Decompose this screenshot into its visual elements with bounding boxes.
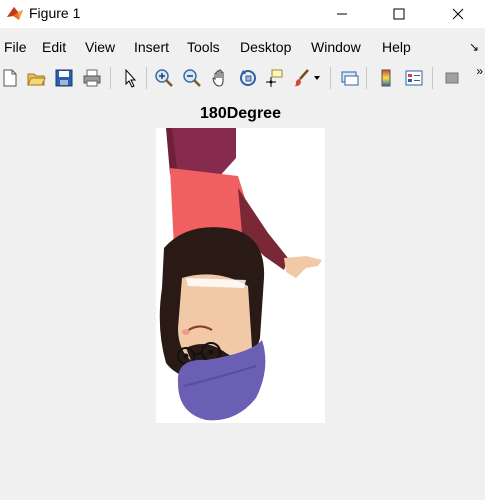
toolbar-separator [366, 67, 367, 89]
toolbar-separator [330, 67, 331, 89]
chevron-down-icon[interactable] [314, 76, 320, 80]
toolbar-overflow-icon[interactable]: » [476, 64, 483, 78]
maximize-button[interactable] [376, 0, 422, 28]
menu-window[interactable]: Window [311, 39, 361, 55]
rotated-character-image [159, 128, 322, 421]
pan-icon[interactable] [210, 68, 230, 88]
minimize-button[interactable] [319, 0, 365, 28]
print-icon[interactable] [82, 68, 102, 88]
toolbar-separator [432, 67, 433, 89]
window-title: Figure 1 [29, 5, 81, 21]
menu-edit[interactable]: Edit [42, 39, 66, 55]
zoom-in-icon[interactable] [154, 68, 174, 88]
menu-insert[interactable]: Insert [134, 39, 169, 55]
toolbar-separator [110, 67, 111, 89]
menu-desktop[interactable]: Desktop [240, 39, 291, 55]
hide-plot-tools-icon[interactable] [442, 68, 462, 88]
new-figure-icon[interactable] [0, 68, 20, 88]
minimize-icon [337, 13, 347, 15]
data-cursor-icon[interactable] [264, 68, 284, 88]
menu-help[interactable]: Help [382, 39, 411, 55]
link-plot-icon[interactable] [340, 68, 360, 88]
brush-icon[interactable] [292, 68, 312, 88]
menu-tools[interactable]: Tools [187, 39, 220, 55]
toolbar-separator [146, 67, 147, 89]
matlab-logo-icon [7, 7, 23, 20]
rotate-3d-icon[interactable] [238, 68, 258, 88]
edit-plot-icon[interactable] [120, 68, 140, 88]
title-bar: Figure 1 [0, 0, 485, 28]
menu-view[interactable]: View [85, 39, 115, 55]
menu-file[interactable]: File [4, 39, 27, 55]
close-button[interactable] [435, 0, 481, 28]
axes-title: 180Degree [200, 105, 281, 122]
insert-colorbar-icon[interactable] [376, 68, 396, 88]
insert-legend-icon[interactable] [404, 68, 424, 88]
figure-toolbar: » [0, 62, 485, 94]
save-icon[interactable] [54, 68, 74, 88]
zoom-out-icon[interactable] [182, 68, 202, 88]
menu-bar: File Edit View Insert Tools Desktop Wind… [0, 37, 485, 59]
open-file-icon[interactable] [26, 68, 46, 88]
maximize-icon [393, 8, 405, 20]
dock-arrow-icon[interactable]: ↘ [469, 40, 479, 54]
image-axes[interactable] [156, 128, 325, 423]
close-icon [452, 8, 464, 20]
